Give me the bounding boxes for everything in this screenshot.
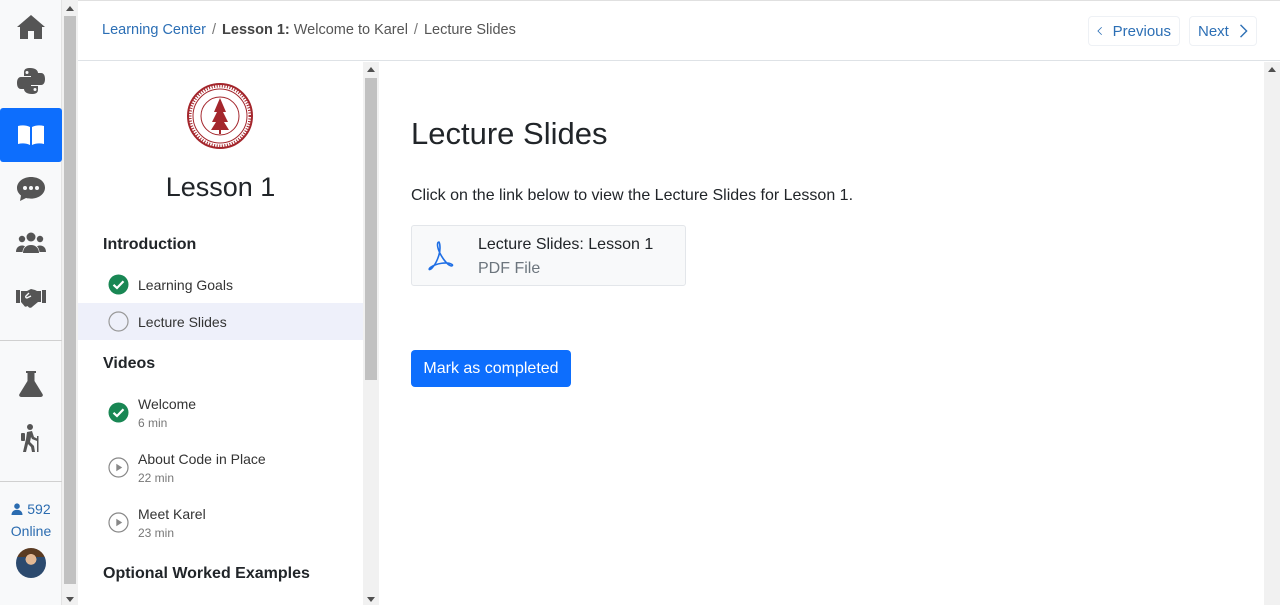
scroll-down-arrow-icon[interactable] <box>367 597 375 602</box>
sidebar-item-duration: 6 min <box>138 416 168 430</box>
breadcrumb-current: Lecture Slides <box>423 22 516 38</box>
check-circle-icon <box>108 274 129 295</box>
handshake-icon <box>16 289 46 308</box>
avatar[interactable] <box>16 548 46 578</box>
hiking-button[interactable] <box>0 411 62 465</box>
breadcrumb-lesson-name: Welcome to Karel <box>289 22 408 38</box>
chat-icon <box>17 177 45 201</box>
file-name: Lecture Slides: Lesson 1 <box>478 236 654 253</box>
sidebar-item-lecture-slides[interactable]: Lecture Slides <box>78 303 363 340</box>
online-count: 592 <box>27 501 51 517</box>
chevron-right-icon <box>1239 24 1248 38</box>
empty-circle-icon <box>108 311 129 332</box>
python-button[interactable] <box>0 54 62 108</box>
section-introduction: Introduction <box>103 236 197 253</box>
app-rail: 592 Online <box>0 0 62 605</box>
handshake-button[interactable] <box>0 270 62 324</box>
sidebar-item-label: About Code in Place <box>138 451 266 467</box>
stanford-seal-logo <box>187 83 253 149</box>
community-button[interactable] <box>0 216 62 270</box>
main-scrollbar[interactable] <box>1264 62 1280 605</box>
main-content: Lecture Slides Click on the link below t… <box>380 62 1264 605</box>
lab-button[interactable] <box>0 357 62 411</box>
sidebar-item-label: Meet Karel <box>138 506 206 522</box>
chevron-left-icon <box>1097 26 1102 36</box>
mark-as-completed-button[interactable]: Mark as completed <box>411 350 571 387</box>
sidebar-item-label: Lecture Slides <box>138 314 227 330</box>
sidebar-item-label: Welcome <box>138 396 197 412</box>
learning-center-button[interactable] <box>0 108 62 162</box>
sidebar-scrollbar[interactable] <box>363 62 379 605</box>
sidebar-scrollbar-thumb[interactable] <box>365 78 377 380</box>
lesson-title: Lesson 1 <box>165 172 276 202</box>
top-bar: Learning Center / Lesson 1: Welcome to Kar… <box>78 0 1280 61</box>
scroll-up-arrow-icon[interactable] <box>367 67 375 72</box>
section-videos: Videos <box>103 355 156 372</box>
scroll-up-arrow-icon[interactable] <box>66 6 74 11</box>
page-description: Click on the link below to view the Lect… <box>411 187 854 204</box>
check-circle-icon <box>108 402 129 423</box>
rail-divider <box>0 340 62 341</box>
home-icon <box>17 15 45 39</box>
python-icon <box>17 68 45 94</box>
rail-divider <box>0 481 62 482</box>
user-icon <box>11 501 27 517</box>
scroll-down-arrow-icon[interactable] <box>66 597 74 602</box>
flask-icon <box>19 371 43 397</box>
lesson-sidebar: Lesson 1 Introduction Learning Goals Lec… <box>78 62 363 605</box>
pdf-icon <box>428 241 454 271</box>
next-button[interactable]: Next <box>1189 16 1257 46</box>
book-open-icon <box>18 125 44 145</box>
sidebar-item-about-code-in-place[interactable]: About Code in Place 22 min <box>78 447 363 492</box>
previous-label: Previous <box>1112 22 1171 40</box>
outer-scrollbar[interactable] <box>62 0 78 605</box>
breadcrumb-learning-center[interactable]: Learning Center <box>102 22 206 38</box>
sidebar-item-meet-karel[interactable]: Meet Karel 23 min <box>78 502 363 547</box>
hiking-icon <box>21 424 39 452</box>
forum-button[interactable] <box>0 162 62 216</box>
section-optional-worked-examples: Optional Worked Examples <box>103 565 310 582</box>
play-circle-icon <box>108 457 129 478</box>
scroll-up-arrow-icon[interactable] <box>1268 67 1276 72</box>
sidebar-item-welcome[interactable]: Welcome 6 min <box>78 392 363 437</box>
sidebar-item-duration: 22 min <box>138 471 175 485</box>
sidebar-item-learning-goals[interactable]: Learning Goals <box>78 266 363 303</box>
breadcrumb-separator: / <box>212 22 217 38</box>
pdf-file-link[interactable]: Lecture Slides: Lesson 1 PDF File <box>411 225 686 286</box>
breadcrumb-separator: / <box>413 22 418 38</box>
sidebar-item-label: Learning Goals <box>138 277 233 293</box>
online-counter[interactable]: 592 Online <box>0 498 62 542</box>
breadcrumb-lesson-number: Lesson 1: <box>222 22 290 38</box>
previous-button[interactable]: Previous <box>1088 16 1180 46</box>
users-icon <box>16 232 46 253</box>
outer-scrollbar-thumb[interactable] <box>64 16 76 584</box>
sidebar-item-duration: 23 min <box>138 526 175 540</box>
page-title: Lecture Slides <box>411 116 608 151</box>
online-label: Online <box>10 523 52 539</box>
file-type: PDF File <box>478 260 541 277</box>
play-circle-icon <box>108 512 129 533</box>
breadcrumb: Learning Center / Lesson 1: Welcome to Kar… <box>102 22 516 38</box>
next-label: Next <box>1198 22 1229 40</box>
home-button[interactable] <box>0 0 62 54</box>
